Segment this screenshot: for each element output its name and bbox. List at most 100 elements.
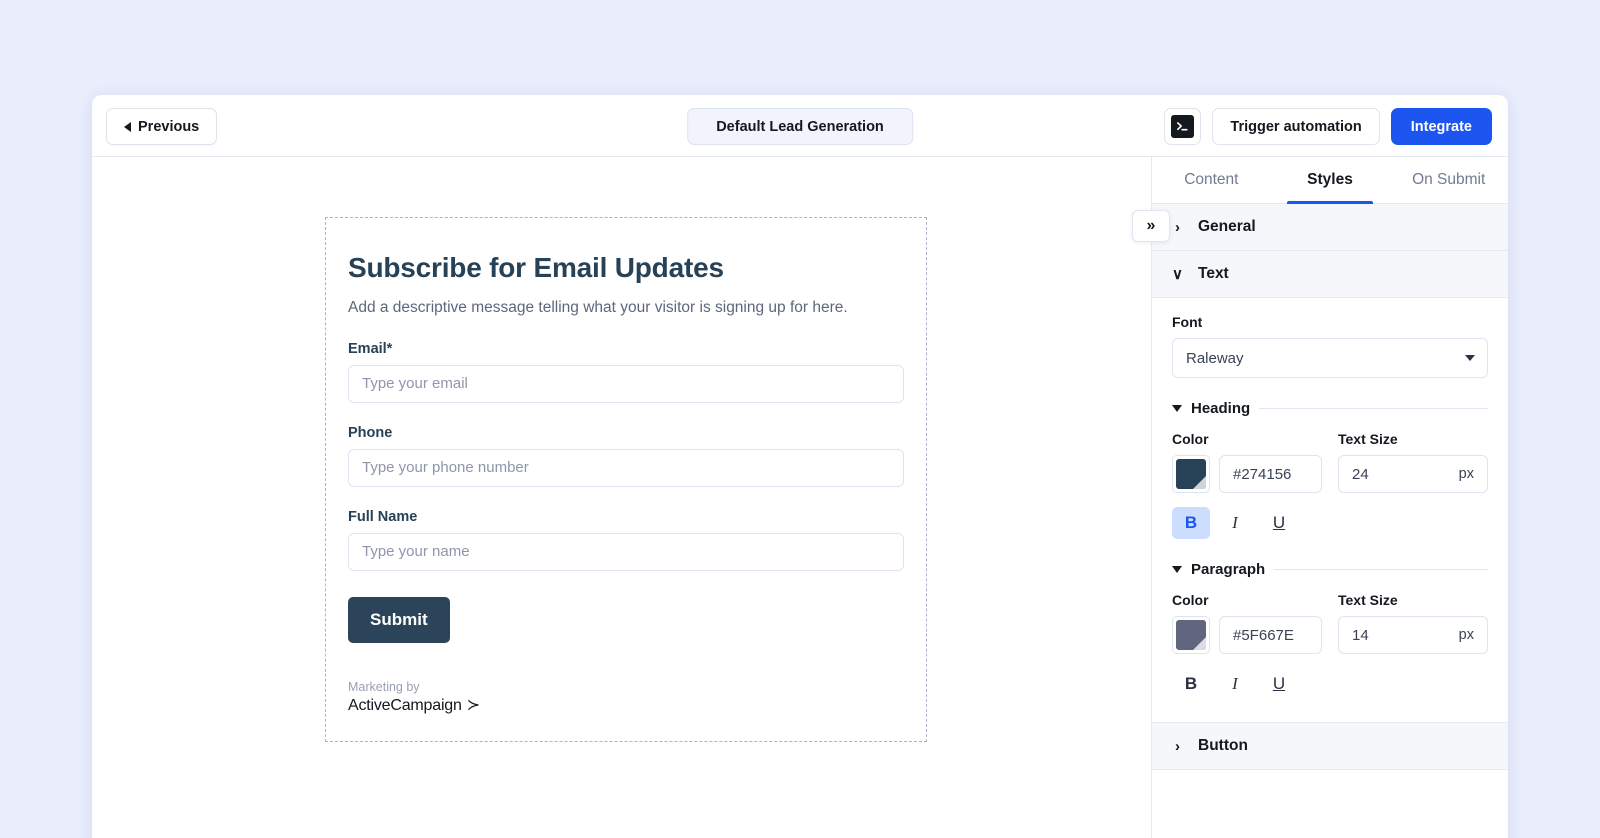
- field-phone: Phone: [348, 425, 904, 487]
- heading-color-swatch-fill: [1176, 459, 1206, 489]
- branding-name: ActiveCampaign: [348, 697, 462, 715]
- paragraph-color-control: Color #5F667E: [1172, 592, 1322, 654]
- font-select[interactable]: Raleway: [1172, 338, 1488, 378]
- paragraph-color-line: #5F667E: [1172, 616, 1322, 654]
- panel-tabs: Content Styles On Submit: [1152, 157, 1508, 204]
- tab-content[interactable]: Content: [1152, 157, 1271, 203]
- submit-button[interactable]: Submit: [348, 596, 450, 643]
- paragraph-size-input[interactable]: 14 px: [1338, 616, 1488, 654]
- previous-button-label: Previous: [138, 118, 200, 135]
- form-heading: Subscribe for Email Updates: [348, 252, 724, 283]
- divider: [1274, 569, 1488, 570]
- heading-color-swatch[interactable]: [1172, 455, 1210, 493]
- collapse-panel-button[interactable]: »: [1132, 210, 1170, 242]
- paragraph-color-swatch-fill: [1176, 620, 1206, 650]
- form-name-label: Default Lead Generation: [716, 118, 884, 135]
- styles-panel: » Content Styles On Submit › General ∨ T…: [1132, 157, 1508, 838]
- paragraph-italic-button[interactable]: I: [1216, 668, 1254, 700]
- tab-content-label: Content: [1184, 171, 1239, 188]
- paragraph-color-hex-value: #5F667E: [1233, 626, 1294, 644]
- branding-name-row: ActiveCampaign ≻: [348, 695, 904, 715]
- heading-controls: Color #274156 Text Size 24 px: [1172, 431, 1488, 493]
- chevron-double-right-icon: »: [1146, 217, 1156, 234]
- section-text-body: Font Raleway Heading Color #274156 Text …: [1152, 298, 1508, 722]
- heading-size-label: Text Size: [1338, 431, 1398, 447]
- paragraph-subgroup-header[interactable]: Paragraph: [1172, 561, 1488, 578]
- heading-bold-button[interactable]: B: [1172, 507, 1210, 539]
- font-select-value: Raleway: [1186, 349, 1244, 367]
- caret-down-icon: [1172, 405, 1182, 412]
- heading-color-hex-value: #274156: [1233, 465, 1292, 483]
- caret-left-icon: [124, 121, 131, 132]
- heading-subgroup-title: Heading: [1191, 400, 1251, 417]
- tab-on-submit-label: On Submit: [1412, 171, 1486, 188]
- heading-size-value: 24: [1352, 465, 1369, 483]
- font-label: Font: [1172, 314, 1203, 330]
- tab-styles-label: Styles: [1307, 171, 1353, 188]
- paragraph-color-label: Color: [1172, 592, 1209, 608]
- top-toolbar: Previous Default Lead Generation Trigger…: [92, 95, 1508, 157]
- paragraph-color-swatch[interactable]: [1172, 616, 1210, 654]
- editor-body: Subscribe for Email Updates Add a descri…: [92, 157, 1508, 838]
- divider: [1259, 408, 1488, 409]
- trigger-automation-label: Trigger automation: [1230, 118, 1362, 135]
- paragraph-size-unit: px: [1458, 627, 1474, 643]
- branding-prefix: Marketing by: [348, 679, 420, 694]
- chevron-right-icon: ›: [1175, 218, 1180, 236]
- heading-subgroup-header[interactable]: Heading: [1172, 400, 1488, 417]
- email-input[interactable]: [348, 364, 904, 403]
- section-general-title: General: [1198, 218, 1256, 235]
- font-select-wrap: Raleway: [1172, 338, 1488, 378]
- heading-color-control: Color #274156: [1172, 431, 1322, 493]
- paragraph-text-style-buttons: B I U: [1172, 668, 1488, 700]
- editor-window: Previous Default Lead Generation Trigger…: [92, 95, 1508, 838]
- field-fullname: Full Name: [348, 509, 904, 571]
- section-text-title: Text: [1198, 265, 1229, 282]
- paragraph-size-control: Text Size 14 px: [1338, 592, 1488, 654]
- previous-button[interactable]: Previous: [106, 108, 218, 145]
- chevron-right-icon: ≻: [466, 697, 480, 715]
- paragraph-color-hex-input[interactable]: #5F667E: [1219, 616, 1322, 654]
- heading-size-input[interactable]: 24 px: [1338, 455, 1488, 493]
- heading-color-label: Color: [1172, 431, 1209, 447]
- fullname-input[interactable]: [348, 532, 904, 571]
- form-block[interactable]: Subscribe for Email Updates Add a descri…: [325, 217, 927, 743]
- app-root: Previous Default Lead Generation Trigger…: [0, 0, 1600, 838]
- phone-input[interactable]: [348, 448, 904, 487]
- integrate-label: Integrate: [1410, 118, 1472, 135]
- paragraph-bold-button[interactable]: B: [1172, 668, 1210, 700]
- section-text-header[interactable]: ∨ Text: [1152, 251, 1508, 298]
- section-button-title: Button: [1198, 737, 1248, 754]
- branding-block[interactable]: Marketing by ActiveCampaign ≻: [348, 679, 904, 715]
- heading-color-line: #274156: [1172, 455, 1322, 493]
- caret-down-icon: [1172, 566, 1182, 573]
- tab-on-submit[interactable]: On Submit: [1389, 157, 1508, 203]
- code-embed-button[interactable]: [1164, 108, 1202, 145]
- form-name-button[interactable]: Default Lead Generation: [687, 108, 913, 145]
- top-toolbar-actions: Trigger automation Integrate: [1164, 108, 1492, 145]
- form-subheading: Add a descriptive message telling what y…: [348, 299, 848, 316]
- tab-styles[interactable]: Styles: [1271, 157, 1390, 204]
- section-button-header[interactable]: › Button: [1152, 723, 1508, 770]
- heading-size-unit: px: [1458, 466, 1474, 482]
- heading-italic-button[interactable]: I: [1216, 507, 1254, 539]
- paragraph-size-label: Text Size: [1338, 592, 1398, 608]
- field-email: Email*: [348, 341, 904, 403]
- chevron-down-icon: ∨: [1172, 266, 1183, 283]
- field-fullname-label: Full Name: [348, 508, 418, 525]
- paragraph-size-value: 14: [1352, 626, 1369, 644]
- form-preview-canvas: Subscribe for Email Updates Add a descri…: [92, 157, 1152, 838]
- paragraph-controls: Color #5F667E Text Size 14 px: [1172, 592, 1488, 654]
- integrate-button[interactable]: Integrate: [1390, 108, 1492, 145]
- section-general-header[interactable]: › General: [1152, 204, 1508, 251]
- panel-content: › General ∨ Text Font Raleway Heading Co…: [1152, 204, 1508, 838]
- paragraph-underline-button[interactable]: U: [1260, 668, 1298, 700]
- field-email-label: Email*: [348, 340, 393, 357]
- chevron-right-icon: ›: [1175, 737, 1180, 755]
- heading-color-hex-input[interactable]: #274156: [1219, 455, 1322, 493]
- heading-underline-button[interactable]: U: [1260, 507, 1298, 539]
- trigger-automation-button[interactable]: Trigger automation: [1212, 108, 1380, 145]
- paragraph-subgroup-title: Paragraph: [1191, 561, 1266, 578]
- terminal-icon: [1171, 115, 1195, 138]
- field-phone-label: Phone: [348, 424, 393, 441]
